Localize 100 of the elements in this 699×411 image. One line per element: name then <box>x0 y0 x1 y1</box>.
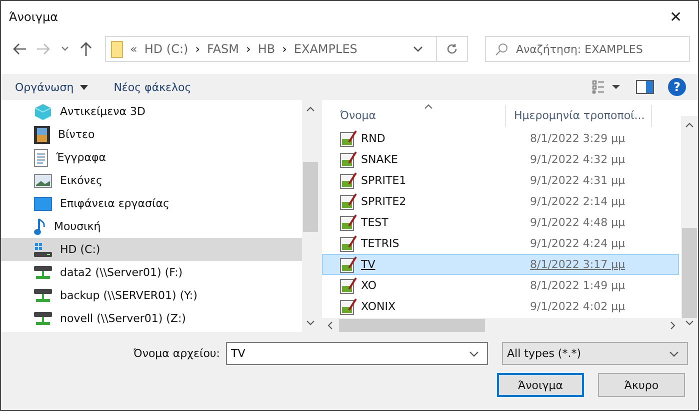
file-date: 9/1/2022 4:31 μμ <box>530 174 626 187</box>
caret-icon <box>80 84 88 90</box>
sidebar-item[interactable]: Μουσική <box>1 215 302 238</box>
up-arrow-icon[interactable] <box>80 42 92 56</box>
sort-caret-icon <box>424 104 433 109</box>
search-icon <box>495 43 508 56</box>
drive-icon <box>34 242 52 258</box>
file-date: 8/1/2022 1:49 μμ <box>530 279 626 292</box>
search-field[interactable]: Αναζήτηση: EXAMPLES <box>485 36 690 62</box>
sidebar-label: novell (\\Server01) (Z:) <box>60 312 186 325</box>
file-name: XONIX <box>361 300 396 313</box>
sidebar-label: Εικόνες <box>60 174 102 187</box>
view-options-icon[interactable] <box>592 80 622 94</box>
chevron-down-icon[interactable] <box>61 46 69 52</box>
sidebar-item[interactable]: novell (\\Server01) (Z:) <box>1 307 302 330</box>
filename-label: Όνομα αρχείου: <box>133 347 220 360</box>
file-row[interactable]: RND 8/1/2022 3:29 μμ <box>322 128 679 149</box>
sidebar-label: Βίντεο <box>58 128 95 141</box>
text-file-icon <box>340 193 357 210</box>
scrollbar[interactable] <box>681 116 698 332</box>
file-name: TEST <box>361 216 390 229</box>
file-row[interactable]: XO 8/1/2022 1:49 μμ <box>322 275 679 296</box>
network-drive-icon <box>34 288 52 304</box>
column-header[interactable]: Όνομα <box>322 105 506 127</box>
text-file-icon <box>340 130 357 147</box>
sidebar-item[interactable]: Επιφάνεια εργασίας <box>1 192 302 215</box>
file-date: 9/1/2022 2:14 μμ <box>530 195 626 208</box>
column-header[interactable]: Ημερομηνία τροποποί... <box>506 105 652 127</box>
sidebar-label: HD (C:) <box>60 243 100 256</box>
file-row[interactable]: SPRITE2 9/1/2022 2:14 μμ <box>322 191 679 212</box>
chevron-down-icon <box>669 350 679 356</box>
new-folder-button[interactable]: Νέος φάκελος <box>108 76 198 98</box>
monitor-icon <box>34 196 52 210</box>
file-date: 8/1/2022 3:17 μμ <box>530 258 626 271</box>
network-drive-icon <box>34 264 52 280</box>
file-date: 9/1/2022 4:48 μμ <box>530 216 626 229</box>
text-file-icon <box>340 172 357 189</box>
breadcrumb[interactable]: › <box>246 42 251 56</box>
text-file-icon <box>340 214 357 231</box>
sidebar-item[interactable]: backup (\\SERVER01) (Y:) <box>1 284 302 307</box>
file-name: RND <box>361 132 386 145</box>
sidebar-item[interactable]: Βίντεο <box>1 123 302 146</box>
scroll-up-icon[interactable] <box>306 106 314 112</box>
cube-icon <box>34 102 52 120</box>
sidebar-label: Έγγραφα <box>56 151 106 164</box>
file-row[interactable]: SNAKE 9/1/2022 4:32 μμ <box>322 149 679 170</box>
text-file-icon <box>340 235 357 252</box>
file-name: XO <box>361 279 378 292</box>
text-file-icon <box>340 256 357 273</box>
file-date: 9/1/2022 4:32 μμ <box>530 153 626 166</box>
filename-field[interactable]: TV <box>226 342 488 365</box>
sidebar-item[interactable]: data2 (\\Server01) (F:) <box>1 261 302 284</box>
breadcrumb-separator: FASM <box>207 42 240 56</box>
address-bar[interactable]: « HD (C:) › FASM › HB › EXAMPLES <box>105 36 468 62</box>
file-name: TETRIS <box>361 237 400 250</box>
open-button[interactable]: Άνοιγμα <box>497 373 584 397</box>
file-type-dropdown[interactable]: All types (*.*) <box>502 342 688 365</box>
file-row[interactable]: XONIX 9/1/2022 4:02 μμ <box>322 296 679 317</box>
sidebar-item[interactable]: Έγγραφα <box>1 146 302 169</box>
chevron-down-icon[interactable] <box>469 351 479 357</box>
text-file-icon <box>340 151 357 168</box>
scroll-left-icon[interactable] <box>327 320 333 330</box>
preview-pane-icon[interactable] <box>636 80 654 94</box>
close-button[interactable]: ✕ <box>654 2 698 32</box>
breadcrumb-separator: « <box>130 42 138 56</box>
back-arrow-icon[interactable] <box>13 43 27 55</box>
file-row[interactable]: TV 8/1/2022 3:17 μμ <box>322 254 679 275</box>
scroll-down-icon[interactable] <box>685 320 694 326</box>
breadcrumb-separator: EXAMPLES <box>294 42 358 56</box>
file-date: 9/1/2022 4:24 μμ <box>530 237 626 250</box>
breadcrumb[interactable]: › <box>282 42 287 56</box>
sidebar-label: backup (\\SERVER01) (Y:) <box>60 289 198 302</box>
sidebar-label: Αντικείμενα 3D <box>60 105 146 118</box>
text-file-icon <box>340 298 357 315</box>
scroll-up-icon[interactable] <box>685 122 694 128</box>
help-button[interactable]: ? <box>668 78 686 96</box>
sidebar-label: Επιφάνεια εργασίας <box>60 197 170 210</box>
film-icon <box>34 126 50 144</box>
file-row[interactable]: TETRIS 9/1/2022 4:24 μμ <box>322 233 679 254</box>
file-row[interactable]: SPRITE1 9/1/2022 4:31 μμ <box>322 170 679 191</box>
cancel-button[interactable]: Άκυρο <box>598 373 685 397</box>
image-icon <box>34 174 52 188</box>
file-name: SNAKE <box>361 153 399 166</box>
file-name: SPRITE1 <box>361 174 408 187</box>
file-date: 9/1/2022 4:02 μμ <box>530 300 626 313</box>
breadcrumb[interactable]: › <box>195 42 200 56</box>
file-date: 8/1/2022 3:29 μμ <box>530 132 626 145</box>
sidebar-item[interactable]: Εικόνες <box>1 169 302 192</box>
sidebar-item[interactable]: Αντικείμενα 3D <box>1 100 302 123</box>
breadcrumb-separator: HD (C:) <box>144 42 188 56</box>
window-title: Άνοιγμα <box>9 10 60 24</box>
scroll-down-icon[interactable] <box>306 320 314 326</box>
chevron-down-icon[interactable] <box>413 46 423 52</box>
sidebar-item[interactable]: HD (C:) <box>1 238 302 261</box>
refresh-icon[interactable] <box>446 43 458 55</box>
organize-menu-button[interactable]: Οργάνωση <box>9 76 94 98</box>
file-row[interactable]: TEST 9/1/2022 4:48 μμ <box>322 212 679 233</box>
scroll-right-icon[interactable] <box>670 320 676 330</box>
sidebar-label: Μουσική <box>54 220 101 233</box>
breadcrumb-separator: HB <box>258 42 276 56</box>
